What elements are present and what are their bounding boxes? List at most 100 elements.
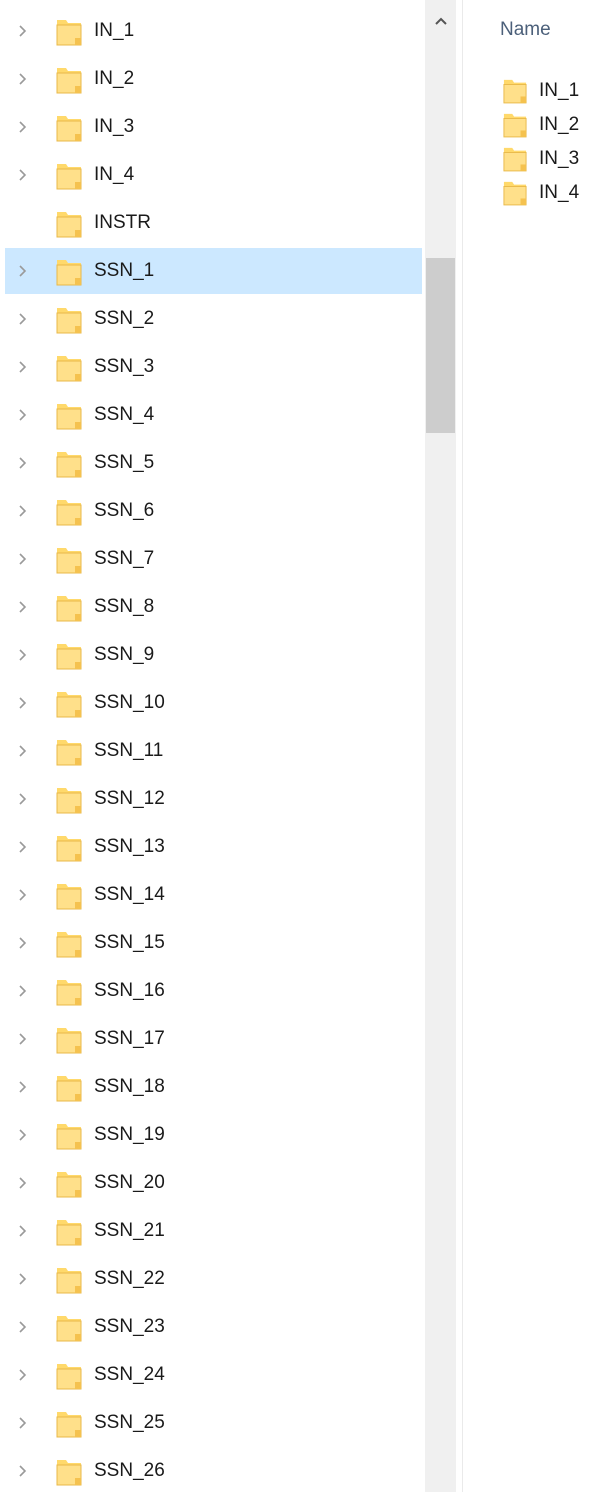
chevron-right-icon[interactable] — [5, 8, 39, 54]
scroll-up-button[interactable] — [425, 0, 456, 40]
nav-item-label: SSN_12 — [94, 788, 165, 809]
nav-item[interactable]: IN_1 — [5, 8, 422, 54]
nav-item-label: IN_4 — [94, 164, 135, 185]
nav-item[interactable]: IN_3 — [5, 104, 422, 150]
chevron-right-icon[interactable] — [5, 1208, 39, 1254]
nav-item-label: SSN_14 — [94, 884, 165, 905]
chevron-right-icon[interactable] — [5, 584, 39, 630]
nav-item[interactable]: SSN_22 — [5, 1256, 422, 1302]
nav-item-label: SSN_17 — [94, 1028, 165, 1049]
nav-item[interactable]: SSN_20 — [5, 1160, 422, 1206]
folder-icon — [56, 976, 82, 1006]
folder-icon — [56, 1312, 82, 1342]
folder-icon — [56, 1072, 82, 1102]
nav-item-label: IN_1 — [94, 20, 135, 41]
nav-item-label: SSN_22 — [94, 1268, 165, 1289]
nav-item[interactable]: SSN_6 — [5, 488, 422, 534]
content-item[interactable]: IN_1 — [503, 74, 579, 108]
folder-icon — [56, 160, 82, 190]
nav-item[interactable]: SSN_5 — [5, 440, 422, 486]
chevron-right-icon[interactable] — [5, 56, 39, 102]
chevron-right-icon[interactable] — [5, 776, 39, 822]
nav-item[interactable]: SSN_16 — [5, 968, 422, 1014]
content-item-label: IN_1 — [539, 80, 580, 101]
chevron-right-icon[interactable] — [5, 248, 39, 294]
nav-item[interactable]: SSN_14 — [5, 872, 422, 918]
chevron-right-icon[interactable] — [5, 536, 39, 582]
navigation-pane: IN_1 IN_2 IN_3 IN_4 INSTR SSN_1 SSN_2 SS… — [0, 0, 422, 1492]
nav-item[interactable]: SSN_11 — [5, 728, 422, 774]
nav-item[interactable]: SSN_7 — [5, 536, 422, 582]
content-item[interactable]: IN_2 — [503, 108, 579, 142]
nav-item[interactable]: SSN_23 — [5, 1304, 422, 1350]
nav-item[interactable]: SSN_25 — [5, 1400, 422, 1446]
nav-item[interactable]: SSN_18 — [5, 1064, 422, 1110]
chevron-right-icon[interactable] — [5, 824, 39, 870]
nav-item[interactable]: SSN_13 — [5, 824, 422, 870]
nav-item[interactable]: SSN_2 — [5, 296, 422, 342]
nav-item-label: SSN_7 — [94, 548, 155, 569]
nav-item[interactable]: SSN_3 — [5, 344, 422, 390]
nav-item[interactable]: IN_2 — [5, 56, 422, 102]
chevron-right-icon[interactable] — [5, 1352, 39, 1398]
nav-item-label: IN_3 — [94, 116, 135, 137]
nav-item-label: SSN_26 — [94, 1460, 165, 1481]
nav-item[interactable]: SSN_1 — [5, 248, 422, 294]
nav-item-label: SSN_23 — [94, 1316, 165, 1337]
nav-item[interactable]: SSN_19 — [5, 1112, 422, 1158]
nav-item[interactable]: SSN_12 — [5, 776, 422, 822]
chevron-right-icon[interactable] — [5, 344, 39, 390]
folder-icon — [56, 256, 82, 286]
folder-icon — [56, 400, 82, 430]
nav-item-label: SSN_4 — [94, 404, 155, 425]
folder-icon — [56, 1024, 82, 1054]
nav-item[interactable]: SSN_8 — [5, 584, 422, 630]
nav-item[interactable]: SSN_17 — [5, 1016, 422, 1062]
chevron-right-icon[interactable] — [5, 1448, 39, 1492]
chevron-right-icon[interactable] — [5, 392, 39, 438]
column-header-name[interactable]: Name — [500, 19, 551, 41]
content-item-label: IN_2 — [539, 114, 580, 135]
nav-item-label: SSN_19 — [94, 1124, 165, 1145]
chevron-right-icon[interactable] — [5, 1304, 39, 1350]
nav-item[interactable]: SSN_15 — [5, 920, 422, 966]
chevron-right-icon[interactable] — [5, 1160, 39, 1206]
nav-item-label: SSN_15 — [94, 932, 165, 953]
nav-item[interactable]: SSN_24 — [5, 1352, 422, 1398]
chevron-right-icon[interactable] — [5, 152, 39, 198]
nav-item[interactable]: SSN_4 — [5, 392, 422, 438]
nav-item[interactable]: SSN_10 — [5, 680, 422, 726]
chevron-right-icon[interactable] — [5, 296, 39, 342]
folder-icon — [56, 592, 82, 622]
chevron-right-icon[interactable] — [5, 680, 39, 726]
chevron-right-icon[interactable] — [5, 728, 39, 774]
chevron-right-icon[interactable] — [5, 1064, 39, 1110]
nav-item[interactable]: SSN_21 — [5, 1208, 422, 1254]
folder-icon — [56, 448, 82, 478]
nav-item[interactable]: SSN_26 — [5, 1448, 422, 1492]
folder-icon — [503, 144, 527, 174]
navigation-scrollbar[interactable] — [425, 0, 456, 1492]
content-item[interactable]: IN_3 — [503, 142, 579, 176]
nav-item[interactable]: INSTR — [5, 200, 422, 246]
nav-item-label: SSN_8 — [94, 596, 155, 617]
chevron-right-icon[interactable] — [5, 1112, 39, 1158]
chevron-right-icon[interactable] — [5, 632, 39, 678]
content-item[interactable]: IN_4 — [503, 176, 579, 210]
scrollbar-thumb[interactable] — [426, 258, 455, 433]
chevron-right-icon[interactable] — [5, 872, 39, 918]
nav-item[interactable]: IN_4 — [5, 152, 422, 198]
chevron-right-icon[interactable] — [5, 104, 39, 150]
nav-item[interactable]: SSN_9 — [5, 632, 422, 678]
folder-icon — [56, 1408, 82, 1438]
chevron-up-icon — [434, 9, 448, 32]
nav-item-label: SSN_1 — [94, 260, 155, 281]
chevron-right-icon[interactable] — [5, 1016, 39, 1062]
chevron-right-icon[interactable] — [5, 488, 39, 534]
chevron-right-icon[interactable] — [5, 440, 39, 486]
chevron-right-icon[interactable] — [5, 1256, 39, 1302]
chevron-right-icon[interactable] — [5, 1400, 39, 1446]
chevron-right-icon[interactable] — [5, 968, 39, 1014]
folder-icon — [503, 178, 527, 208]
chevron-right-icon[interactable] — [5, 920, 39, 966]
